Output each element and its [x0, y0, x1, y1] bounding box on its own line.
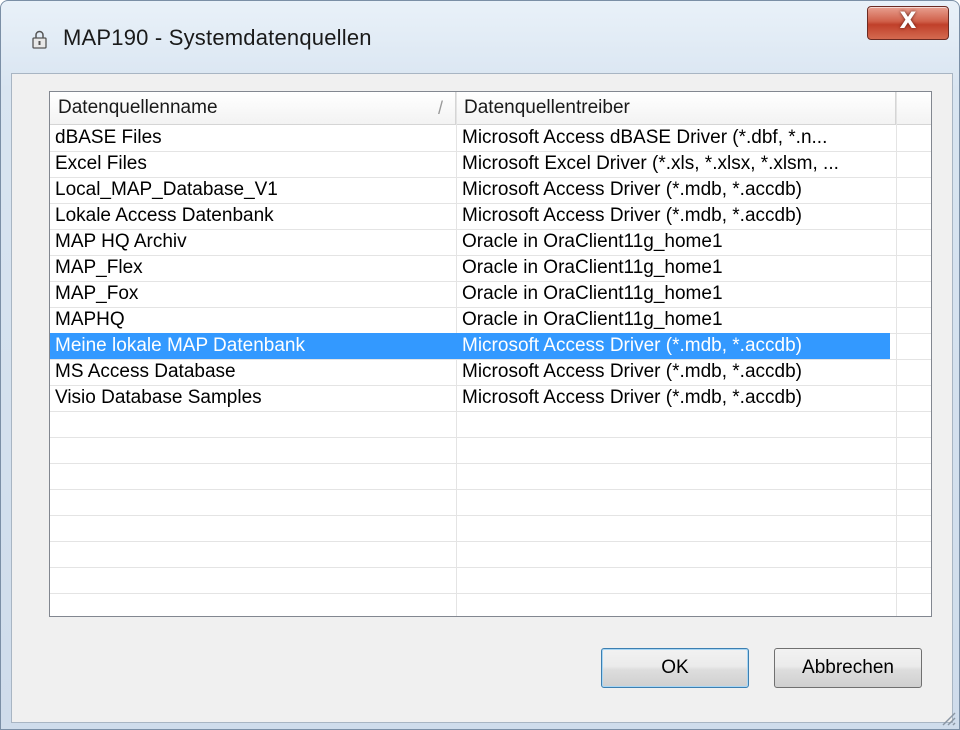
data-source-name-cell: dBASE Files [55, 127, 162, 148]
column-header-name-label: Datenquellenname [58, 97, 218, 118]
dialog-window: MAP190 - Systemdatenquellen X Datenquell… [0, 0, 960, 730]
column-header-driver-label: Datenquellentreiber [464, 97, 630, 118]
table-row[interactable]: dBASE Files Microsoft Access dBASE Driver… [50, 125, 931, 151]
data-source-name-cell: MAP_Fox [55, 283, 139, 304]
data-source-name-cell: Visio Database Samples [55, 387, 262, 408]
data-source-driver-cell: Oracle in OraClient11g_home1 [462, 309, 723, 330]
gridline-horizontal [50, 437, 931, 438]
data-source-driver-cell: Microsoft Access Driver (*.mdb, *.accdb) [462, 179, 802, 200]
gridline-horizontal [50, 541, 931, 542]
data-source-name-cell: MAPHQ [55, 309, 125, 330]
data-source-driver-cell: Microsoft Access Driver (*.mdb, *.accdb) [462, 205, 802, 226]
table-row-selected[interactable]: Meine lokale MAP Datenbank Microsoft Acce… [50, 333, 931, 359]
gridline-horizontal [50, 489, 931, 490]
window-title: MAP190 - Systemdatenquellen [63, 25, 372, 50]
close-button[interactable]: X [867, 6, 949, 40]
gridline-horizontal [50, 593, 931, 594]
table-row[interactable]: MS Access Database Microsoft Access Drive… [50, 359, 931, 385]
data-source-driver-cell: Oracle in OraClient11g_home1 [462, 283, 723, 304]
data-source-name-cell: Local_MAP_Database_V1 [55, 179, 278, 200]
list-header: Datenquellenname / Datenquellentreiber [50, 92, 931, 125]
sort-indicator-icon: / [437, 98, 443, 118]
table-row[interactable]: Local_MAP_Database_V1 Microsoft Access Dr… [50, 177, 931, 203]
cancel-button[interactable]: Abbrechen [774, 648, 922, 688]
lock-icon [32, 30, 47, 49]
table-row[interactable]: MAP_Fox Oracle in OraClient11g_home1 [50, 281, 931, 307]
title-bar[interactable]: MAP190 - Systemdatenquellen X [1, 1, 959, 81]
data-source-name-cell: Excel Files [55, 153, 147, 174]
gridline-horizontal [50, 411, 931, 412]
close-icon: X [899, 9, 917, 34]
table-row[interactable]: Visio Database Samples Microsoft Access D… [50, 385, 931, 411]
table-row[interactable]: Lokale Access Datenbank Microsoft Access … [50, 203, 931, 229]
ok-button[interactable]: OK [601, 648, 749, 688]
column-header-filler [896, 92, 931, 124]
table-row[interactable]: MAP HQ Archiv Oracle in OraClient11g_home… [50, 229, 931, 255]
data-source-driver-cell: Oracle in OraClient11g_home1 [462, 257, 723, 278]
column-header-name[interactable]: Datenquellenname / [50, 92, 456, 124]
table-row[interactable]: MAP_Flex Oracle in OraClient11g_home1 [50, 255, 931, 281]
resize-grip-icon[interactable] [937, 707, 957, 727]
data-source-list[interactable]: Datenquellenname / Datenquellentreiber d… [49, 91, 932, 617]
data-source-name-cell: Meine lokale MAP Datenbank [50, 333, 456, 359]
table-row[interactable]: Excel Files Microsoft Excel Driver (*.xls… [50, 151, 931, 177]
data-source-name-cell: Lokale Access Datenbank [55, 205, 274, 226]
data-source-driver-cell: Microsoft Access Driver (*.mdb, *.accdb) [462, 361, 802, 382]
gridline-horizontal [50, 463, 931, 464]
dialog-client-area: Datenquellenname / Datenquellentreiber d… [11, 73, 953, 723]
column-header-driver[interactable]: Datenquellentreiber [456, 92, 896, 124]
data-source-name-cell: MAP_Flex [55, 257, 143, 278]
data-source-name-cell: MAP HQ Archiv [55, 231, 187, 252]
data-source-driver-cell: Microsoft Access dBASE Driver (*.dbf, *.… [462, 127, 828, 148]
data-source-driver-cell: Microsoft Access Driver (*.mdb, *.accdb) [462, 387, 802, 408]
data-source-driver-cell: Microsoft Excel Driver (*.xls, *.xlsx, *… [462, 153, 839, 174]
table-row[interactable]: MAPHQ Oracle in OraClient11g_home1 [50, 307, 931, 333]
gridline-horizontal [50, 515, 931, 516]
data-source-driver-cell: Microsoft Access Driver (*.mdb, *.accdb) [456, 333, 890, 359]
gridline-horizontal [50, 567, 931, 568]
data-source-name-cell: MS Access Database [55, 361, 236, 382]
data-source-driver-cell: Oracle in OraClient11g_home1 [462, 231, 723, 252]
